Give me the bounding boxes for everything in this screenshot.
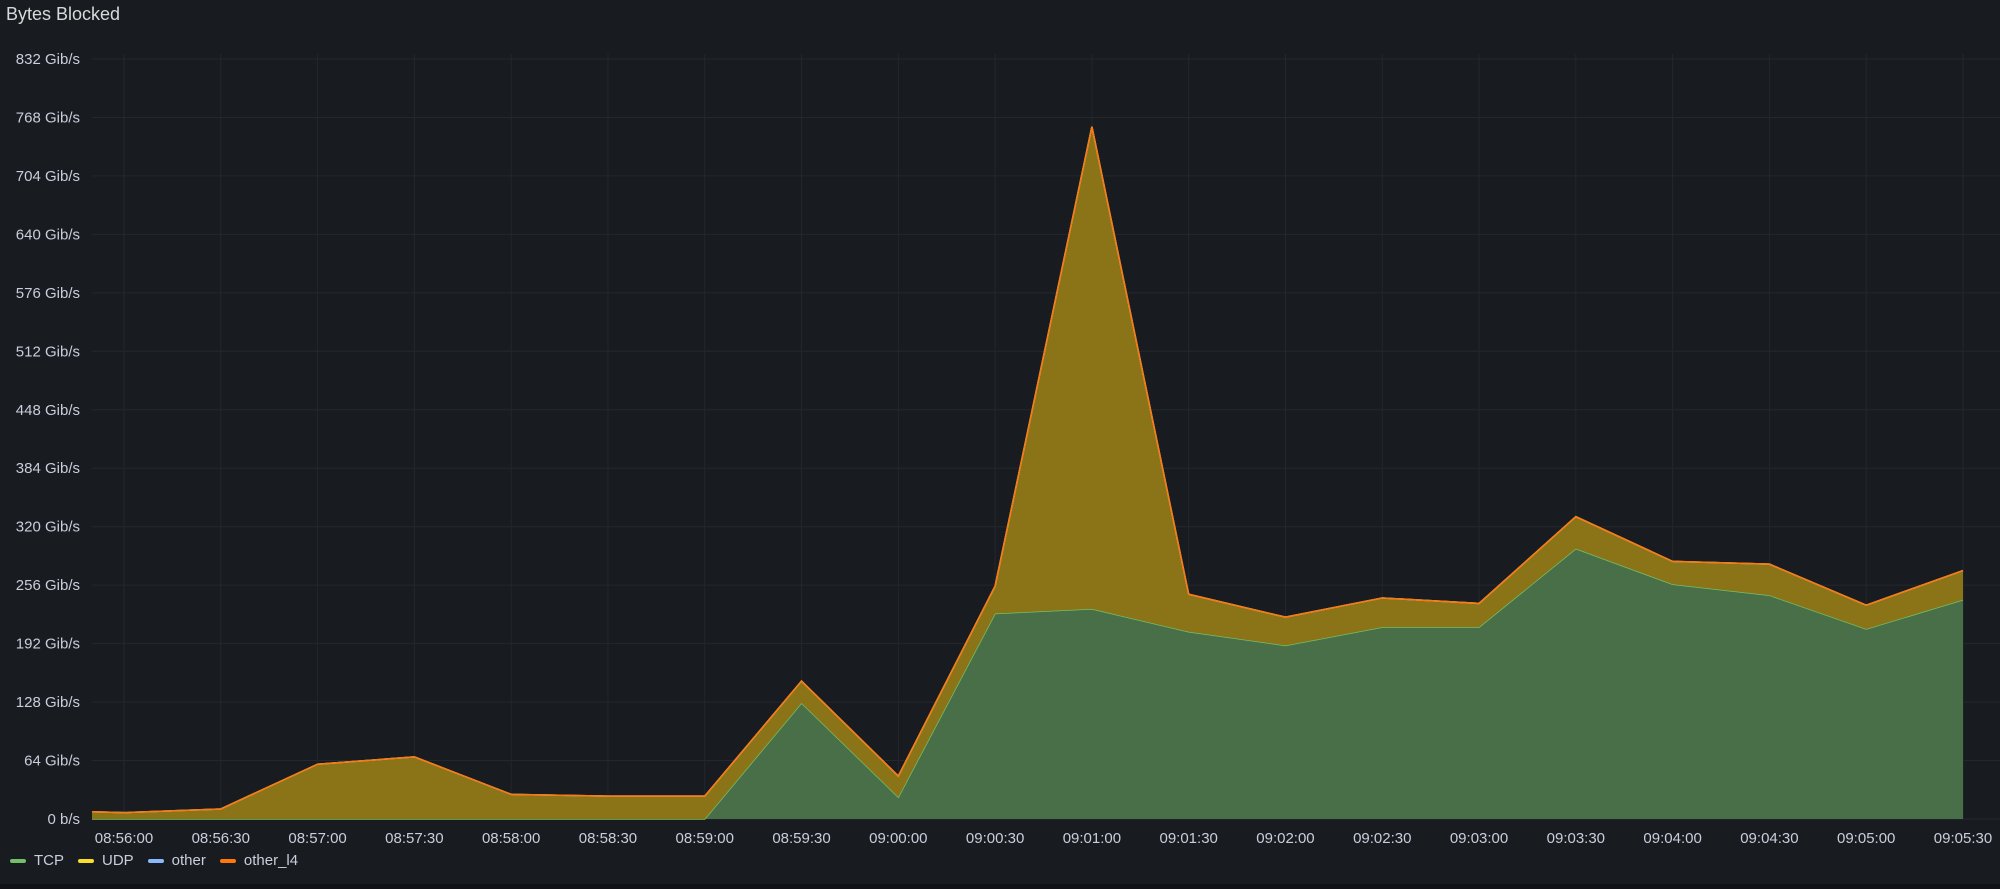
y-tick-label: 0 b/s <box>47 811 80 828</box>
x-tick-label: 09:00:30 <box>966 830 1024 847</box>
legend-swatch <box>78 858 94 863</box>
y-tick-label: 512 Gib/s <box>16 343 80 360</box>
legend-label: TCP <box>34 852 64 869</box>
x-tick-label: 09:02:30 <box>1353 830 1411 847</box>
x-tick-label: 08:58:30 <box>579 830 637 847</box>
x-tick-label: 09:05:30 <box>1934 830 1992 847</box>
chart-area[interactable]: 0 b/s 64 Gib/s 128 Gib/s 192 Gib/s 256 Gib/s… <box>0 0 2000 889</box>
y-tick-label: 448 Gib/s <box>16 402 80 419</box>
x-tick-label: 08:56:00 <box>95 830 153 847</box>
legend-label: other_l4 <box>243 852 299 869</box>
x-tick-label: 09:01:00 <box>1063 830 1121 847</box>
panel-bottom-edge <box>0 884 2000 889</box>
y-axis: 0 b/s 64 Gib/s 128 Gib/s 192 Gib/s 256 Gib/s… <box>16 51 80 828</box>
legend-item-tcp[interactable]: TCP <box>10 852 64 869</box>
x-tick-label: 08:57:00 <box>288 830 346 847</box>
legend-label: other <box>171 852 206 869</box>
legend-swatch <box>219 858 236 863</box>
x-tick-label: 09:04:00 <box>1643 830 1701 847</box>
x-tick-label: 08:56:30 <box>192 830 250 847</box>
x-tick-label: 09:04:30 <box>1740 830 1798 847</box>
y-tick-label: 384 Gib/s <box>16 460 80 477</box>
legend-item-other[interactable]: other <box>147 852 206 869</box>
legend-swatch <box>147 858 164 863</box>
legend-label: UDP <box>102 852 134 869</box>
x-tick-label: 08:58:00 <box>482 830 540 847</box>
y-tick-label: 768 Gib/s <box>16 109 80 126</box>
area-series <box>91 126 1964 820</box>
y-tick-label: 128 Gib/s <box>16 694 80 711</box>
y-tick-label: 704 Gib/s <box>16 168 80 185</box>
y-tick-label: 640 Gib/s <box>16 226 80 243</box>
y-tick-label: 256 Gib/s <box>16 577 80 594</box>
y-tick-label: 576 Gib/s <box>16 285 80 302</box>
x-tick-label: 08:57:30 <box>385 830 443 847</box>
y-tick-label: 192 Gib/s <box>16 636 80 653</box>
x-tick-label: 09:03:30 <box>1547 830 1605 847</box>
x-tick-label: 08:59:00 <box>676 830 734 847</box>
x-tick-label: 09:05:00 <box>1837 830 1895 847</box>
legend-item-other_l4[interactable]: other_l4 <box>219 852 299 869</box>
x-axis: 08:56:00 08:56:30 08:57:00 08:57:30 08:58:00… <box>95 830 1992 847</box>
x-tick-label: 08:59:30 <box>772 830 830 847</box>
x-tick-label: 09:01:30 <box>1159 830 1217 847</box>
y-tick-label: 64 Gib/s <box>24 753 80 770</box>
legend-item-udp[interactable]: UDP <box>78 852 134 869</box>
chart-panel: Bytes Blocked 0 b/s 64 Gib/s 128 Gib/s 192 … <box>0 0 2000 889</box>
legend: TCP UDP other other_l4 <box>10 852 298 869</box>
x-tick-label: 09:02:00 <box>1256 830 1314 847</box>
y-tick-label: 320 Gib/s <box>16 519 80 536</box>
x-tick-label: 09:03:00 <box>1450 830 1508 847</box>
legend-swatch <box>10 858 26 863</box>
y-tick-label: 832 Gib/s <box>16 51 80 68</box>
x-tick-label: 09:00:00 <box>869 830 927 847</box>
